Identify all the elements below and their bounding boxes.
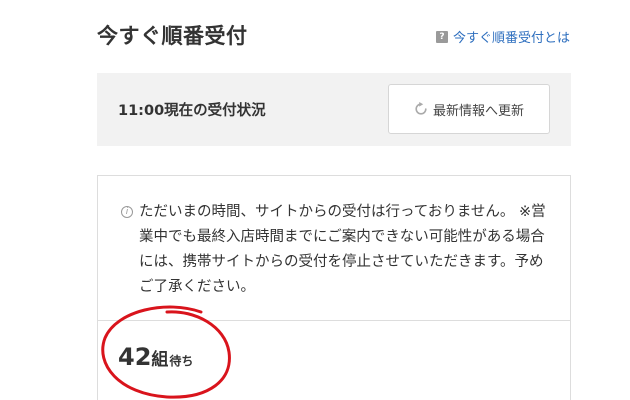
notice-box: i ただいまの時間、サイトからの受付は行っておりません。 ※営業中でも最終入店時… [97, 175, 571, 400]
wait-count: 42 組 待ち [118, 343, 193, 371]
wait-unit: 組 [151, 350, 169, 370]
help-link-label[interactable]: 今すぐ順番受付とは [453, 27, 570, 46]
status-label: 11:00現在の受付状況 [118, 103, 266, 119]
notice-area: i ただいまの時間、サイトからの受付は行っておりません。 ※営業中でも最終入店時… [98, 176, 570, 321]
wait-area: 42 組 待ち [98, 321, 570, 400]
status-bar: 11:00現在の受付状況 最新情報へ更新 [97, 73, 571, 146]
notice-text: ただいまの時間、サイトからの受付は行っておりません。 ※営業中でも最終入店時間ま… [139, 204, 546, 295]
reservation-page: 今すぐ順番受付 ? 今すぐ順番受付とは 11:00現在の受付状況 最新情報へ更新… [0, 0, 630, 400]
refresh-icon [414, 102, 428, 116]
question-icon: ? [435, 30, 448, 43]
help-link[interactable]: ? 今すぐ順番受付とは [435, 27, 570, 46]
wait-suffix: 待ち [169, 354, 194, 368]
refresh-button-label: 最新情報へ更新 [432, 103, 524, 119]
page-title: 今すぐ順番受付 [97, 24, 248, 48]
refresh-button[interactable]: 最新情報へ更新 [388, 84, 550, 134]
wait-number: 42 [118, 343, 152, 371]
info-icon: i [121, 206, 133, 218]
